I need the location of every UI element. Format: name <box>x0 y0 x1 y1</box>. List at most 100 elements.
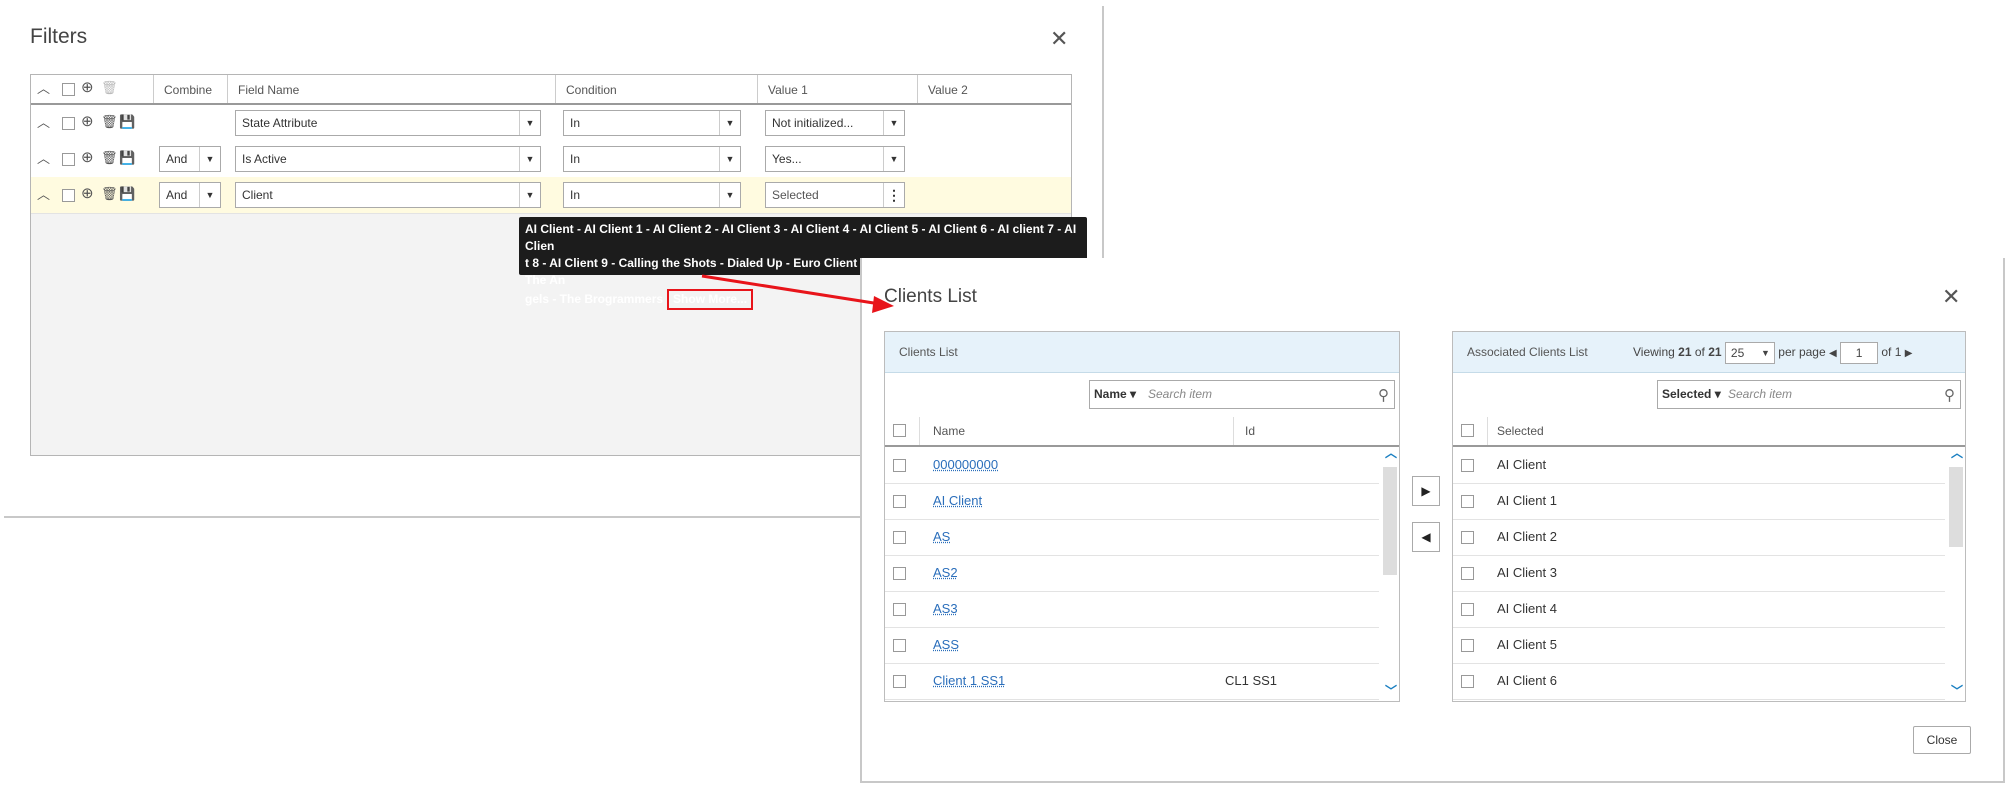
client-link[interactable]: Client 1 SS1 <box>933 663 1005 699</box>
collapse-icon[interactable]: ︿ <box>37 188 50 202</box>
filter-row: ︿ ⊕ 🗑 💾 State Attribute ▼ In ▼ Not initial… <box>31 105 1071 142</box>
remove-from-associated-button[interactable]: ◀ <box>1412 522 1440 552</box>
condition-dropdown[interactable]: In ▼ <box>563 146 741 172</box>
row-checkbox[interactable] <box>62 153 75 166</box>
filters-close-icon[interactable]: ✕ <box>1050 26 1068 52</box>
row-checkbox[interactable] <box>1461 675 1474 688</box>
row-checkbox[interactable] <box>893 603 906 616</box>
associated-client-name: AI Client 3 <box>1497 565 1557 580</box>
client-link[interactable]: ASS <box>933 627 959 663</box>
list-item: AI Client 5 <box>1453 627 1945 664</box>
list-item: AI Client <box>885 483 1379 520</box>
row-checkbox[interactable] <box>893 675 906 688</box>
row-checkbox[interactable] <box>893 495 906 508</box>
viewing-count: 21 <box>1678 345 1692 359</box>
list-item: 000000000 <box>885 447 1379 484</box>
associated-list-columns: Selected <box>1453 417 1965 447</box>
row-checkbox[interactable] <box>1461 639 1474 652</box>
row-checkbox[interactable] <box>1461 495 1474 508</box>
scroll-down-icon[interactable]: ﹀ <box>1951 682 1963 699</box>
row-checkbox[interactable] <box>1461 603 1474 616</box>
search-input[interactable]: Search item <box>1148 381 1212 408</box>
client-link[interactable]: AS <box>933 519 950 555</box>
field-name-dropdown[interactable]: Client ▼ <box>235 182 541 208</box>
collapse-all-icon[interactable]: ︿ <box>37 82 50 96</box>
column-combine: Combine <box>153 75 227 103</box>
column-selected: Selected <box>1497 424 1544 438</box>
scroll-thumb[interactable] <box>1383 467 1397 575</box>
list-item: AI Client <box>1453 447 1945 484</box>
value1-selector[interactable]: Selected ⋮ <box>765 182 905 208</box>
clients-list-dialog: Clients List ✕ Clients List Name ▾ Searc… <box>860 258 2008 791</box>
of-label: of <box>1694 345 1705 359</box>
select-all-checkbox[interactable] <box>62 83 75 96</box>
row-checkbox[interactable] <box>1461 567 1474 580</box>
per-page-select[interactable]: 25 ▼ <box>1724 341 1775 364</box>
client-link[interactable]: 000000000 <box>933 447 998 483</box>
client-link[interactable]: AS2 <box>933 555 958 591</box>
field-name-dropdown[interactable]: State Attribute ▼ <box>235 110 541 136</box>
value1-dropdown[interactable]: Not initialized... ▼ <box>765 110 905 136</box>
list-item: AI Client 1 <box>1453 483 1945 520</box>
delete-icon[interactable]: 🗑 <box>101 115 118 129</box>
viewing-total: 21 <box>1708 345 1722 359</box>
condition-dropdown[interactable]: In ▼ <box>563 110 741 136</box>
column-id: Id <box>1245 424 1256 438</box>
field-name-dropdown[interactable]: Is Active ▼ <box>235 146 541 172</box>
client-link[interactable]: AS3 <box>933 591 958 627</box>
row-checkbox[interactable] <box>893 531 906 544</box>
search-icon[interactable]: ⚲ <box>1944 386 1955 404</box>
clients-close-icon[interactable]: ✕ <box>1942 284 1960 310</box>
associated-client-name: AI Client 1 <box>1497 493 1557 508</box>
scroll-down-icon[interactable]: ﹀ <box>1385 682 1397 699</box>
client-link[interactable]: AI Client <box>933 483 982 519</box>
close-button[interactable]: Close <box>1913 726 1971 754</box>
collapse-icon[interactable]: ︿ <box>37 152 50 166</box>
scroll-up-icon[interactable]: ︿ <box>1951 444 1963 461</box>
delete-icon[interactable]: 🗑 <box>101 151 118 165</box>
row-checkbox[interactable] <box>62 117 75 130</box>
associated-clients-panel: Associated Clients List Viewing 21 of 21… <box>1452 331 1966 702</box>
search-input[interactable]: Search item <box>1728 381 1792 408</box>
add-icon[interactable]: ⊕ <box>81 150 94 165</box>
tooltip-line: gels - The Brogrammers <box>525 292 664 306</box>
row-checkbox[interactable] <box>62 189 75 202</box>
next-page-icon[interactable]: ▶ <box>1905 348 1913 359</box>
delete-icon[interactable]: 🗑 <box>101 187 118 201</box>
add-icon[interactable]: ⊕ <box>81 114 94 129</box>
clients-list-columns: Name Id <box>885 417 1399 447</box>
row-checkbox[interactable] <box>893 567 906 580</box>
page-input[interactable]: 1 <box>1840 341 1879 364</box>
delete-all-icon[interactable]: 🗑 <box>101 81 118 95</box>
prev-page-icon[interactable]: ◀ <box>1829 348 1837 359</box>
scroll-thumb[interactable] <box>1949 467 1963 547</box>
combine-dropdown[interactable]: And ▼ <box>159 182 221 208</box>
save-icon[interactable]: 💾 <box>119 187 135 201</box>
add-all-icon[interactable]: ⊕ <box>81 80 94 95</box>
row-checkbox[interactable] <box>1461 531 1474 544</box>
clients-list-header: Clients List <box>885 332 1399 373</box>
add-icon[interactable]: ⊕ <box>81 186 94 201</box>
combine-dropdown[interactable]: And ▼ <box>159 146 221 172</box>
filters-title: Filters <box>30 25 88 48</box>
search-field-select[interactable]: Selected ▾ <box>1658 381 1721 408</box>
show-more-link[interactable]: Show More... <box>667 289 754 310</box>
search-field-select[interactable]: Name ▾ <box>1090 381 1136 408</box>
search-icon[interactable]: ⚲ <box>1378 386 1389 404</box>
column-value1: Value 1 <box>757 75 917 103</box>
save-icon[interactable]: 💾 <box>119 115 135 129</box>
scroll-up-icon[interactable]: ︿ <box>1385 444 1397 461</box>
column-condition: Condition <box>555 75 757 103</box>
save-icon[interactable]: 💾 <box>119 151 135 165</box>
value1-dropdown[interactable]: Yes... ▼ <box>765 146 905 172</box>
select-all-associated-checkbox[interactable] <box>1461 424 1474 437</box>
row-checkbox[interactable] <box>893 639 906 652</box>
add-to-associated-button[interactable]: ▶ <box>1412 476 1440 506</box>
associated-client-name: AI Client 2 <box>1497 529 1557 544</box>
select-all-clients-checkbox[interactable] <box>893 424 906 437</box>
row-checkbox[interactable] <box>1461 459 1474 472</box>
collapse-icon[interactable]: ︿ <box>37 116 50 130</box>
row-checkbox[interactable] <box>893 459 906 472</box>
condition-dropdown[interactable]: In ▼ <box>563 182 741 208</box>
filter-grid-header: ︿ ⊕ 🗑 Combine Field Name Condition Value… <box>31 75 1071 105</box>
